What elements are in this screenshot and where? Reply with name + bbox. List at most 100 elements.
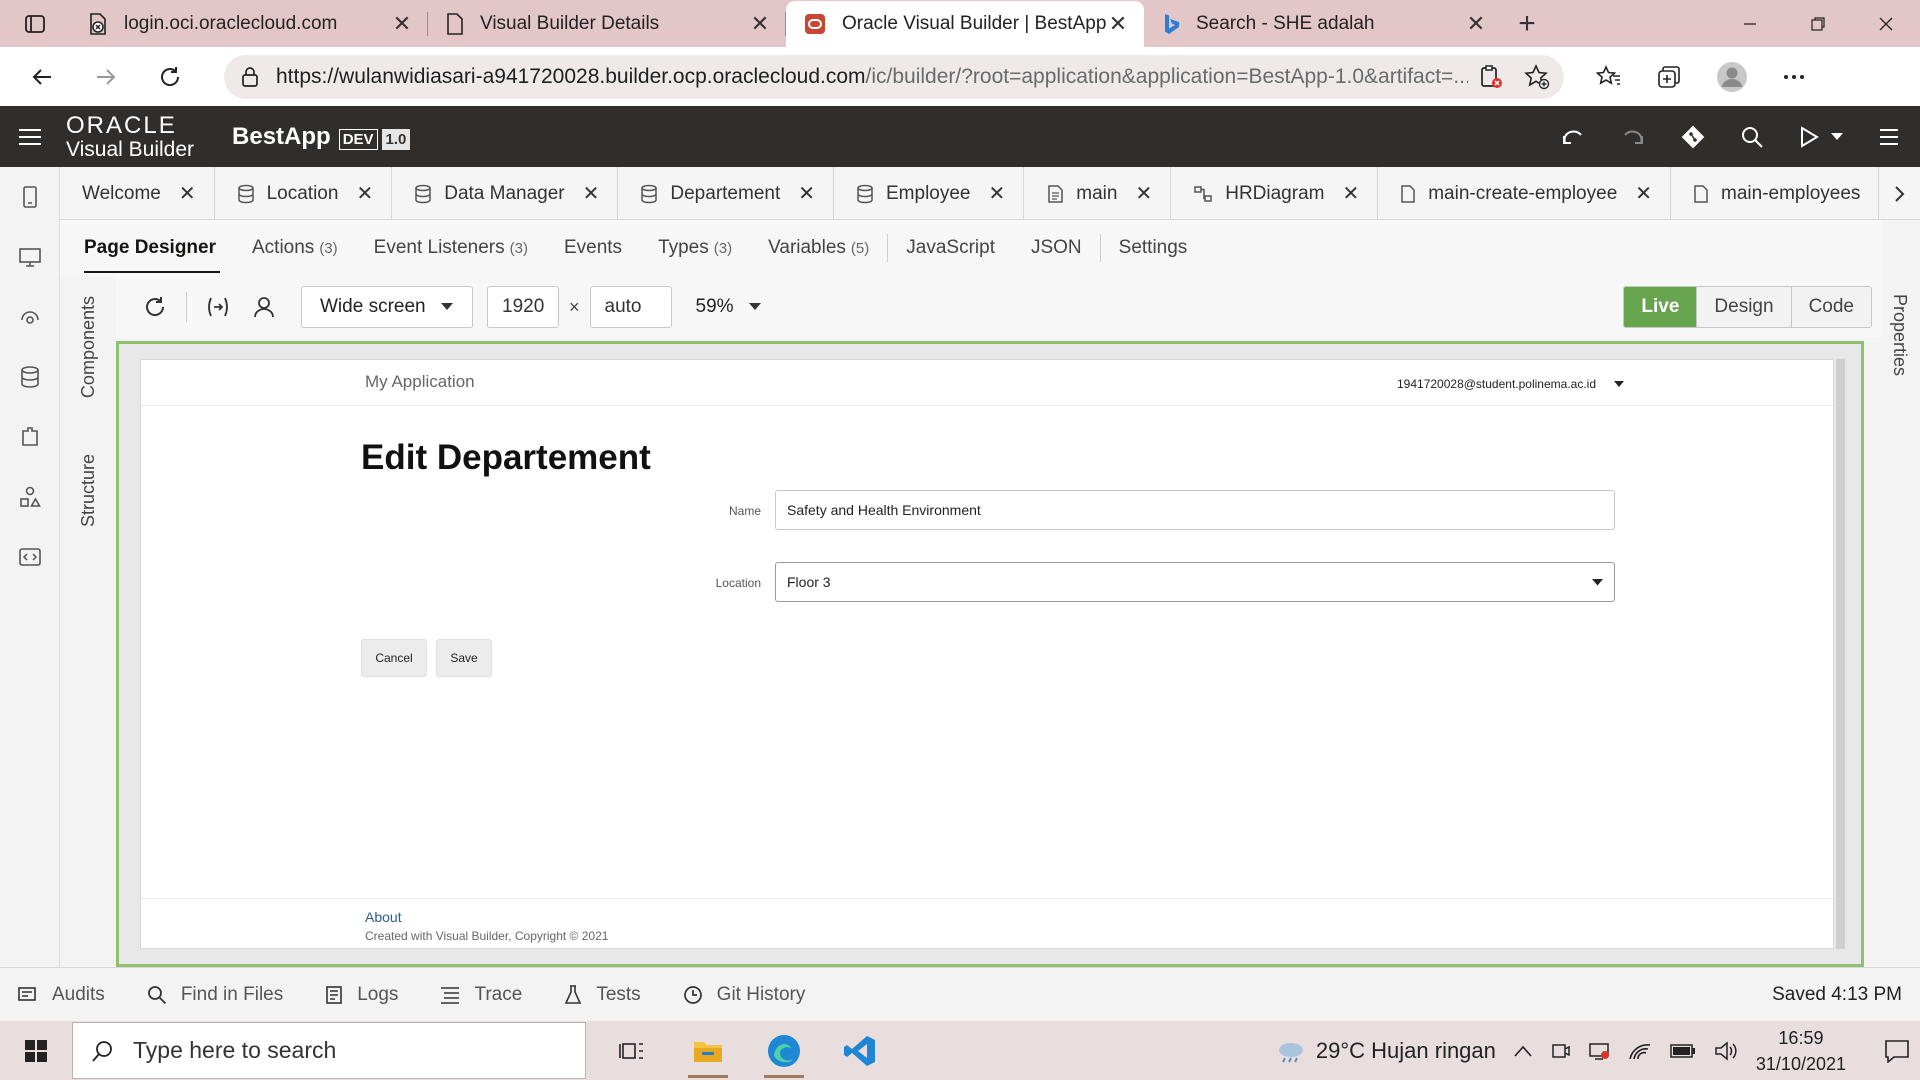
wifi-icon[interactable]: [1628, 1041, 1652, 1061]
start-button[interactable]: [0, 1021, 72, 1080]
browser-tab-visual-builder[interactable]: Oracle Visual Builder | BestApp-1 ✕: [786, 1, 1144, 47]
tab-page-designer[interactable]: Page Designer: [84, 220, 220, 276]
browser-tab-search[interactable]: Search - SHE adalah ✕: [1144, 0, 1502, 47]
artifact-tab-departement[interactable]: Departement ✕: [618, 167, 834, 219]
favorites-icon[interactable]: [1596, 64, 1622, 90]
tab-event-listeners[interactable]: Event Listeners (3): [374, 220, 528, 276]
close-icon[interactable]: ✕: [748, 11, 772, 37]
variable-binding-icon[interactable]: [195, 287, 241, 327]
web-apps-icon[interactable]: [0, 227, 59, 287]
hamburger-menu-icon[interactable]: [1878, 127, 1900, 147]
tab-json[interactable]: JSON: [1031, 220, 1082, 276]
artifact-tab-welcome[interactable]: Welcome ✕: [60, 167, 215, 219]
restore-button[interactable]: [1784, 0, 1852, 47]
artifact-tab-employee[interactable]: Employee ✕: [834, 167, 1025, 219]
artifact-tab-main[interactable]: main ✕: [1024, 167, 1172, 219]
url-bar[interactable]: https://wulanwidiasari-a941720028.builde…: [224, 54, 1564, 99]
back-button[interactable]: [10, 47, 74, 106]
tabs-scroll-right-icon[interactable]: [1880, 167, 1920, 219]
name-field[interactable]: Safety and Health Environment: [775, 490, 1615, 530]
task-view-button[interactable]: [594, 1021, 670, 1080]
close-icon[interactable]: ✕: [356, 181, 373, 206]
canvas-scrollbar[interactable]: [1836, 359, 1845, 949]
artifact-tab-hrdiagram[interactable]: HRDiagram ✕: [1171, 167, 1379, 219]
search-icon[interactable]: [1740, 125, 1764, 149]
close-icon[interactable]: ✕: [179, 181, 196, 206]
cancel-button[interactable]: Cancel: [361, 639, 427, 677]
close-icon[interactable]: ✕: [1464, 11, 1488, 37]
find-in-files-button[interactable]: Find in Files: [147, 984, 283, 1006]
mobile-apps-icon[interactable]: [0, 167, 59, 227]
live-mode-button[interactable]: Live: [1624, 287, 1697, 327]
hamburger-menu-icon[interactable]: [0, 127, 60, 147]
tab-actions-icon[interactable]: [0, 0, 70, 47]
code-mode-button[interactable]: Code: [1790, 287, 1871, 327]
services-icon[interactable]: [0, 287, 59, 347]
artifact-tab-main-employees[interactable]: main-employees: [1671, 167, 1880, 219]
user-role-icon[interactable]: [241, 287, 287, 327]
new-tab-button[interactable]: +: [1502, 0, 1552, 47]
minimize-button[interactable]: [1716, 0, 1784, 47]
file-explorer-app[interactable]: [670, 1021, 746, 1080]
properties-panel-tab[interactable]: Properties: [1882, 276, 1920, 966]
artifact-tab-data-manager[interactable]: Data Manager ✕: [392, 167, 619, 219]
lock-icon[interactable]: [240, 66, 260, 88]
tests-button[interactable]: Tests: [564, 984, 641, 1006]
redo-icon[interactable]: [1620, 124, 1646, 150]
refresh-button[interactable]: [138, 47, 202, 106]
profile-avatar-icon[interactable]: [1716, 61, 1748, 93]
trace-button[interactable]: Trace: [440, 984, 522, 1006]
taskbar-search-box[interactable]: Type here to search: [72, 1022, 586, 1079]
source-code-icon[interactable]: [0, 527, 59, 587]
logs-button[interactable]: Logs: [325, 984, 398, 1006]
device-select[interactable]: Wide screen: [301, 286, 473, 328]
more-options-icon[interactable]: [1782, 65, 1806, 89]
user-menu[interactable]: 1941720028@student.polinema.ac.id: [1397, 377, 1624, 391]
close-icon[interactable]: ✕: [1635, 181, 1652, 206]
window-close-button[interactable]: [1852, 0, 1920, 47]
tab-javascript[interactable]: JavaScript: [906, 220, 995, 276]
forward-button[interactable]: [74, 47, 138, 106]
meet-now-icon[interactable]: [1550, 1041, 1570, 1061]
structure-panel-tab[interactable]: Structure: [60, 454, 116, 527]
location-select[interactable]: Floor 3: [775, 562, 1615, 602]
canvas-width-input[interactable]: 1920: [487, 286, 559, 328]
zoom-select[interactable]: 59%: [696, 296, 762, 318]
audits-button[interactable]: Audits: [18, 984, 105, 1006]
tab-events[interactable]: Events: [564, 220, 622, 276]
volume-icon[interactable]: [1714, 1040, 1738, 1061]
git-icon[interactable]: [1680, 124, 1706, 150]
run-button[interactable]: [1798, 125, 1844, 149]
refresh-icon[interactable]: [132, 287, 178, 327]
close-icon[interactable]: ✕: [1106, 11, 1130, 37]
weather-widget[interactable]: 29°C Hujan ringan: [1276, 1038, 1496, 1064]
artifact-tab-location[interactable]: Location ✕: [215, 167, 393, 219]
artifact-tab-main-create-employee[interactable]: main-create-employee ✕: [1378, 167, 1672, 219]
tab-actions[interactable]: Actions (3): [252, 220, 338, 276]
undo-icon[interactable]: [1560, 124, 1586, 150]
close-icon[interactable]: ✕: [798, 181, 815, 206]
processes-icon[interactable]: [0, 467, 59, 527]
close-icon[interactable]: ✕: [1135, 181, 1152, 206]
close-icon[interactable]: ✕: [583, 181, 600, 206]
tab-settings[interactable]: Settings: [1119, 220, 1188, 276]
tab-types[interactable]: Types (3): [658, 220, 732, 276]
tab-variables[interactable]: Variables (5): [768, 220, 869, 276]
components-panel-tab[interactable]: Components: [60, 296, 116, 398]
close-icon[interactable]: ✕: [989, 181, 1006, 206]
battery-icon[interactable]: [1670, 1043, 1696, 1059]
browser-tab-vb-details[interactable]: Visual Builder Details ✕: [428, 0, 786, 47]
save-button[interactable]: Save: [436, 639, 492, 677]
edge-browser-app[interactable]: [746, 1021, 822, 1080]
canvas-height-input[interactable]: auto: [589, 286, 672, 328]
close-icon[interactable]: ✕: [390, 11, 414, 37]
clock[interactable]: 16:59 31/10/2021: [1756, 1025, 1846, 1077]
browser-tab-login[interactable]: login.oci.oraclecloud.com ✕: [70, 0, 428, 47]
notifications-icon[interactable]: [1884, 1039, 1910, 1063]
design-mode-button[interactable]: Design: [1696, 287, 1791, 327]
components-icon[interactable]: [0, 407, 59, 467]
collections-icon[interactable]: [1656, 64, 1682, 90]
favorite-add-icon[interactable]: [1524, 63, 1550, 90]
chevron-up-icon[interactable]: [1514, 1045, 1532, 1057]
close-icon[interactable]: ✕: [1342, 181, 1359, 206]
